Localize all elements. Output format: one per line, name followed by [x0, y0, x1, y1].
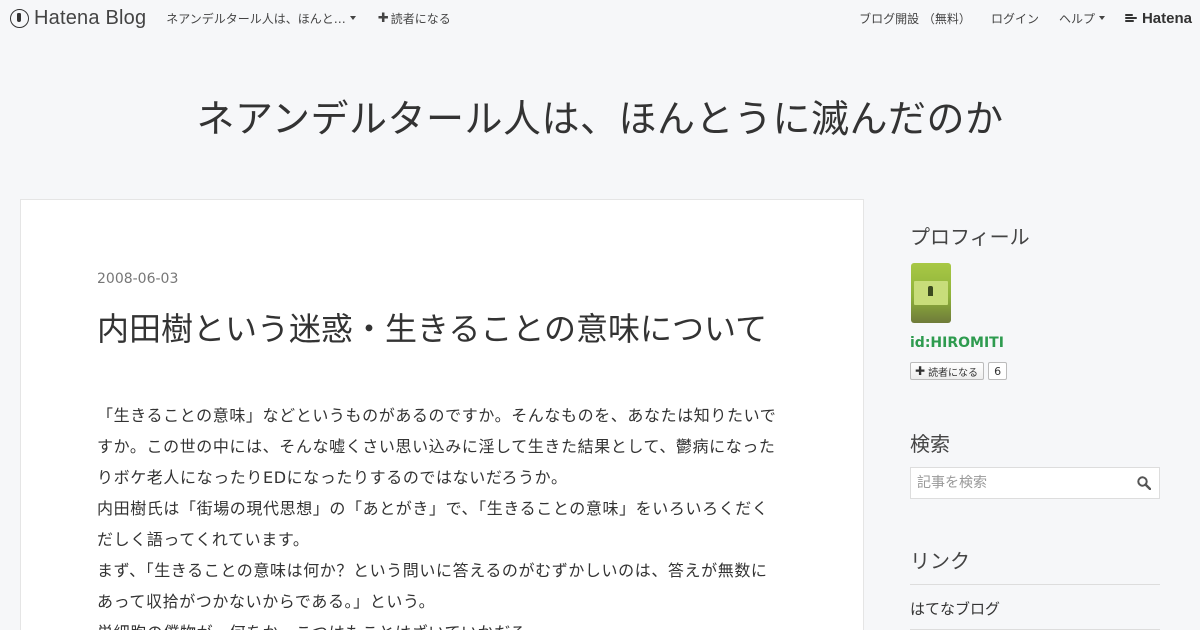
links-title: リンク — [910, 549, 970, 573]
search-title: 検索 — [910, 432, 950, 456]
login-link[interactable]: ログイン — [991, 10, 1039, 27]
header-right-nav: ブログ開設 （無料） ログイン ヘルプ Hatena — [859, 0, 1192, 36]
entry-body: 「生きることの意味」などというものがあるのですか。そんなものを、あなたは知りたい… — [97, 400, 781, 630]
search-input[interactable] — [911, 468, 1131, 498]
hatena-mark-icon — [1124, 13, 1139, 23]
profile-user-id[interactable]: id:HIROMITI — [910, 335, 1004, 351]
global-header: Hatena Blog ネアンデルタール人は、ほんと… ✚ 読者になる ブログ開… — [0, 0, 1200, 36]
follower-count[interactable]: 6 — [988, 362, 1008, 380]
plus-icon: ✚ — [915, 364, 926, 378]
hatena-logo[interactable]: Hatena — [1124, 9, 1192, 27]
follow-widget: ✚ 読者になる 6 — [910, 362, 1008, 380]
follow-label: 読者になる — [928, 367, 979, 379]
caret-down-icon — [349, 16, 356, 20]
entry-date[interactable]: 2008-06-03 — [97, 271, 178, 287]
follow-button[interactable]: ✚ 読者になる — [910, 362, 985, 380]
blog-select-label: ネアンデルタール人は、ほんと… — [166, 11, 346, 26]
entry-paragraph: 単細胞の僕物が、何をか、こつはもことはざいていかだろ — [97, 617, 781, 630]
help-menu[interactable]: ヘルプ — [1059, 10, 1105, 27]
search-icon[interactable] — [1137, 476, 1151, 490]
open-blog-link[interactable]: ブログ開設 （無料） — [859, 10, 971, 27]
profile-title: プロフィール — [910, 225, 1030, 249]
subscribe-button[interactable]: ✚ 読者になる — [378, 10, 451, 27]
caret-down-icon — [1098, 16, 1105, 20]
entry-title[interactable]: 内田樹という迷惑・生きることの意味について — [97, 304, 767, 350]
entry-paragraph: 内田樹氏は「街場の現代思想」の「あとがき」で、「生きることの意味」をいろいろくだ… — [97, 499, 769, 549]
help-label: ヘルプ — [1058, 11, 1095, 26]
entry-paragraph: 「生きることの意味」などというものがあるのですか。そんなものを、あなたは知りたい… — [97, 406, 777, 487]
entry-paragraph: まず、「生きることの意味は何か？という問いに答えるのがむずかしいのは、答えが無数… — [97, 561, 768, 611]
blog-select-dropdown[interactable]: ネアンデルタール人は、ほんと… — [166, 10, 356, 27]
link-item[interactable]: はてなブログ — [910, 585, 1160, 630]
hatena-blog-logo-icon — [10, 8, 29, 28]
avatar[interactable] — [911, 263, 951, 323]
links-list: はてなブログ — [910, 584, 1160, 630]
brand-name: Hatena Blog — [34, 6, 147, 29]
entry-article: 2008-06-03 内田樹という迷惑・生きることの意味について 「生きることの… — [20, 199, 864, 630]
plus-icon: ✚ — [377, 10, 389, 26]
hatena-blog-logo[interactable]: Hatena Blog — [10, 7, 146, 30]
hatena-label: Hatena — [1141, 9, 1192, 27]
blog-title[interactable]: ネアンデルタール人は、ほんとうに滅んだのか — [0, 88, 1200, 143]
search-box — [910, 467, 1160, 499]
subscribe-label: 読者になる — [390, 11, 451, 26]
